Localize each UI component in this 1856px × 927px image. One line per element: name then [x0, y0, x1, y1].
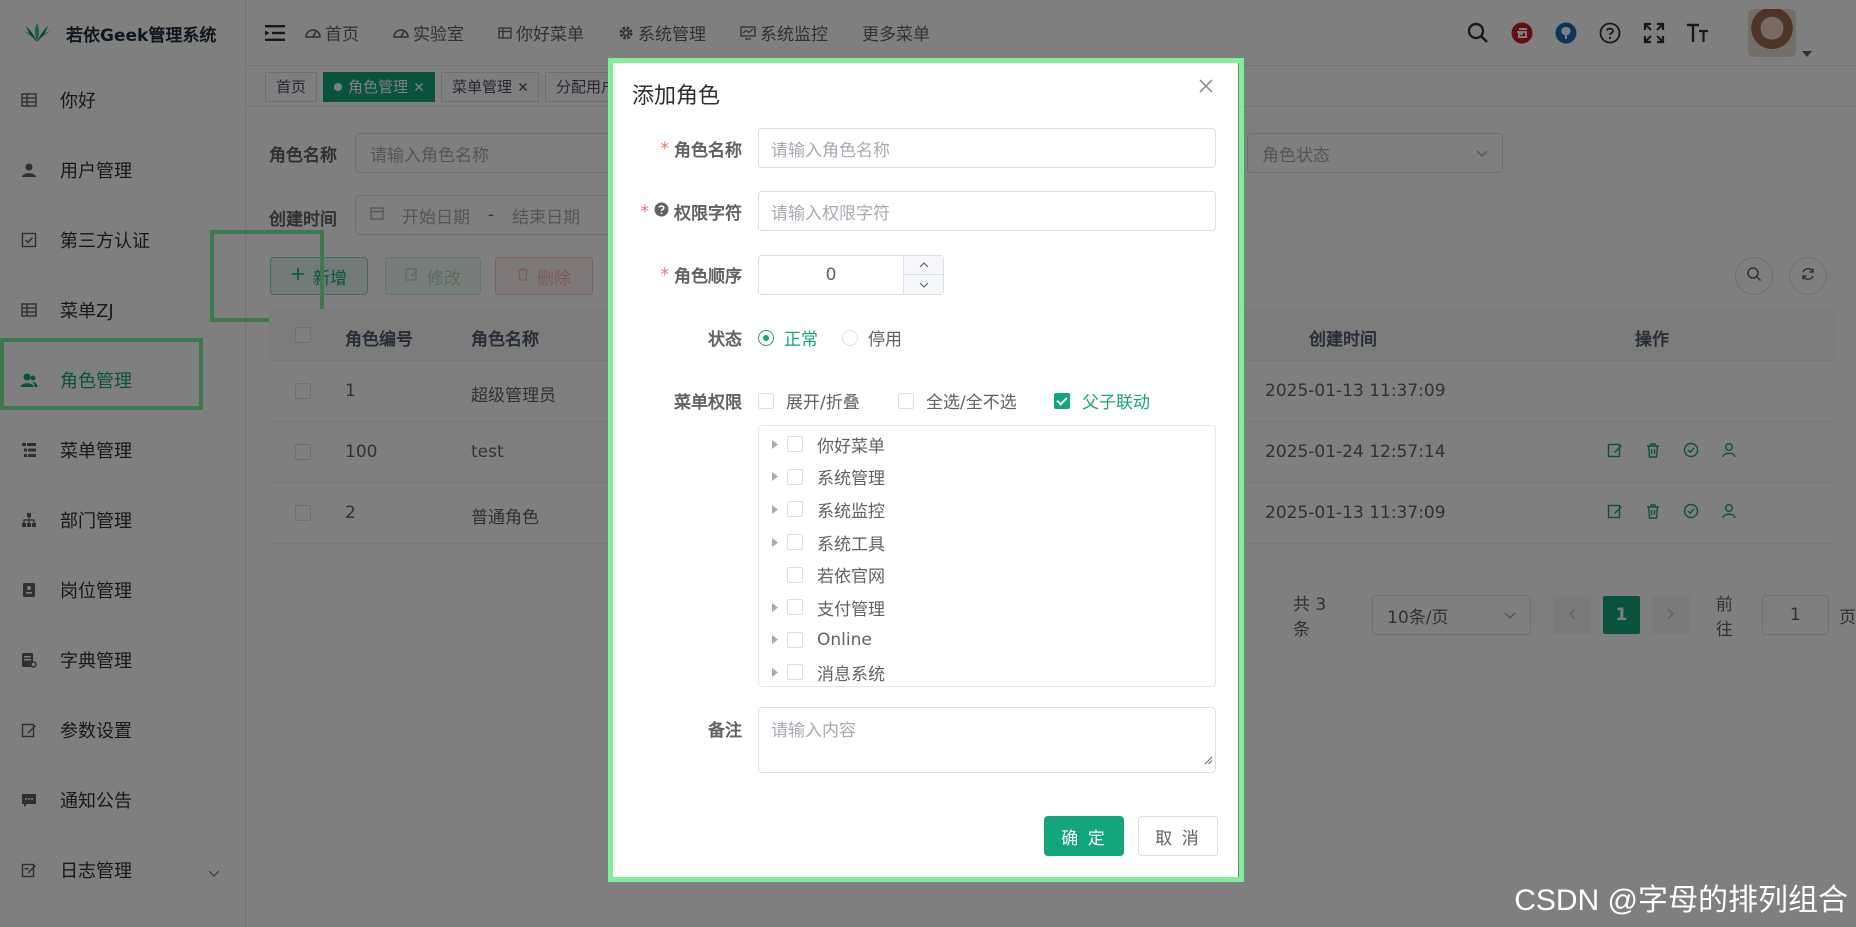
placeholder: 请输入权限字符: [771, 203, 890, 224]
add-role-dialog: 添加角色 * 角色名称 请输入角色名称 * 权限字符 请输入权限字符 * 角色顺序 …: [612, 62, 1238, 878]
tree-node-label: 系统监控: [817, 501, 885, 522]
role-name-input[interactable]: 请输入角色名称: [758, 128, 1216, 168]
checkbox-label: 父子联动: [1082, 393, 1150, 413]
tree-node[interactable]: 消息系统: [759, 656, 1215, 689]
dialog-title: 添加角色: [632, 84, 721, 109]
tree-node[interactable]: 你好菜单: [759, 428, 1215, 461]
stepper-arrows: [903, 256, 943, 294]
tree-node-label: 消息系统: [817, 664, 885, 685]
radio-label: 正常: [784, 330, 818, 350]
label-text: 角色顺序: [674, 267, 742, 287]
checkbox-box: [1054, 392, 1070, 409]
label-text: 权限字符: [674, 204, 742, 224]
placeholder: 请输入角色名称: [771, 140, 890, 161]
role-order-stepper[interactable]: 0: [758, 255, 944, 295]
status-radio-normal[interactable]: 正常: [758, 325, 818, 350]
caret-right-icon[interactable]: [763, 602, 787, 612]
required-mark: *: [640, 201, 650, 222]
select-all-checkbox[interactable]: 全选/全不选: [898, 388, 1017, 413]
button-label: 取 消: [1155, 828, 1201, 849]
tree-checkbox[interactable]: [787, 664, 803, 681]
stepper-value: 0: [825, 265, 837, 285]
role-order-label: * 角色顺序: [660, 262, 743, 288]
watermark: CSDN @字母的排列组合: [1514, 884, 1848, 917]
tree-node-label: 你好菜单: [817, 436, 885, 457]
chevron-up-icon[interactable]: [904, 256, 943, 275]
tree-node-label: 支付管理: [817, 599, 885, 620]
tree-checkbox[interactable]: [787, 599, 803, 616]
remark-textarea[interactable]: 请输入内容: [758, 707, 1216, 773]
required-mark: *: [660, 264, 670, 285]
caret-right-icon[interactable]: [763, 504, 787, 514]
menu-tree: 你好菜单 系统管理 系统监控 系统工具 若依官网 支付管理 Online 消息系…: [758, 425, 1216, 687]
tree-node[interactable]: 系统工具: [759, 526, 1215, 559]
tree-checkbox[interactable]: [787, 566, 803, 583]
parent-child-link-checkbox[interactable]: 父子联动: [1054, 388, 1150, 413]
status-label: 状态: [708, 330, 742, 350]
role-name-label: * 角色名称: [660, 136, 743, 162]
confirm-button[interactable]: 确 定: [1044, 816, 1124, 856]
tree-checkbox[interactable]: [787, 501, 803, 518]
tree-checkbox[interactable]: [787, 468, 803, 485]
placeholder: 请输入内容: [771, 721, 856, 741]
tree-node[interactable]: 系统管理: [759, 461, 1215, 494]
tree-checkbox[interactable]: [787, 436, 803, 453]
tree-node[interactable]: 系统监控: [759, 493, 1215, 526]
tree-node-label: 系统管理: [817, 469, 885, 490]
caret-right-icon[interactable]: [763, 472, 787, 482]
status-radio-disabled[interactable]: 停用: [842, 325, 902, 350]
caret-right-icon[interactable]: [763, 667, 787, 677]
checkbox-label: 展开/折叠: [786, 393, 860, 413]
radio-circle: [842, 329, 858, 346]
radio-label: 停用: [868, 330, 902, 350]
label-text: 角色名称: [674, 141, 742, 161]
tree-node[interactable]: 若依官网: [759, 558, 1215, 591]
tree-node[interactable]: Online: [759, 624, 1215, 657]
resize-handle-icon[interactable]: [1204, 750, 1213, 770]
menu-permission-label: 菜单权限: [674, 393, 742, 413]
required-mark: *: [660, 138, 670, 159]
checkbox-box: [758, 392, 774, 409]
cancel-button[interactable]: 取 消: [1138, 816, 1218, 856]
remark-label: 备注: [708, 721, 742, 741]
caret-right-icon[interactable]: [763, 439, 787, 449]
button-label: 确 定: [1061, 828, 1107, 849]
permission-input[interactable]: 请输入权限字符: [758, 191, 1216, 231]
caret-right-icon[interactable]: [763, 537, 787, 547]
close-icon[interactable]: [1198, 78, 1214, 98]
checkbox-label: 全选/全不选: [926, 393, 1017, 413]
permission-label: * 权限字符: [640, 199, 743, 225]
radio-circle: [758, 329, 774, 346]
tree-node-label: 若依官网: [817, 567, 885, 588]
tree-checkbox[interactable]: [787, 631, 803, 648]
checkbox-box: [898, 392, 914, 409]
tree-node[interactable]: 支付管理: [759, 591, 1215, 624]
tree-node-label: 系统工具: [817, 534, 885, 555]
chevron-down-icon[interactable]: [904, 275, 943, 294]
question-icon[interactable]: [654, 202, 669, 222]
expand-collapse-checkbox[interactable]: 展开/折叠: [758, 388, 860, 413]
tree-checkbox[interactable]: [787, 534, 803, 551]
caret-right-icon[interactable]: [763, 635, 787, 645]
tree-node-label: Online: [817, 629, 872, 650]
